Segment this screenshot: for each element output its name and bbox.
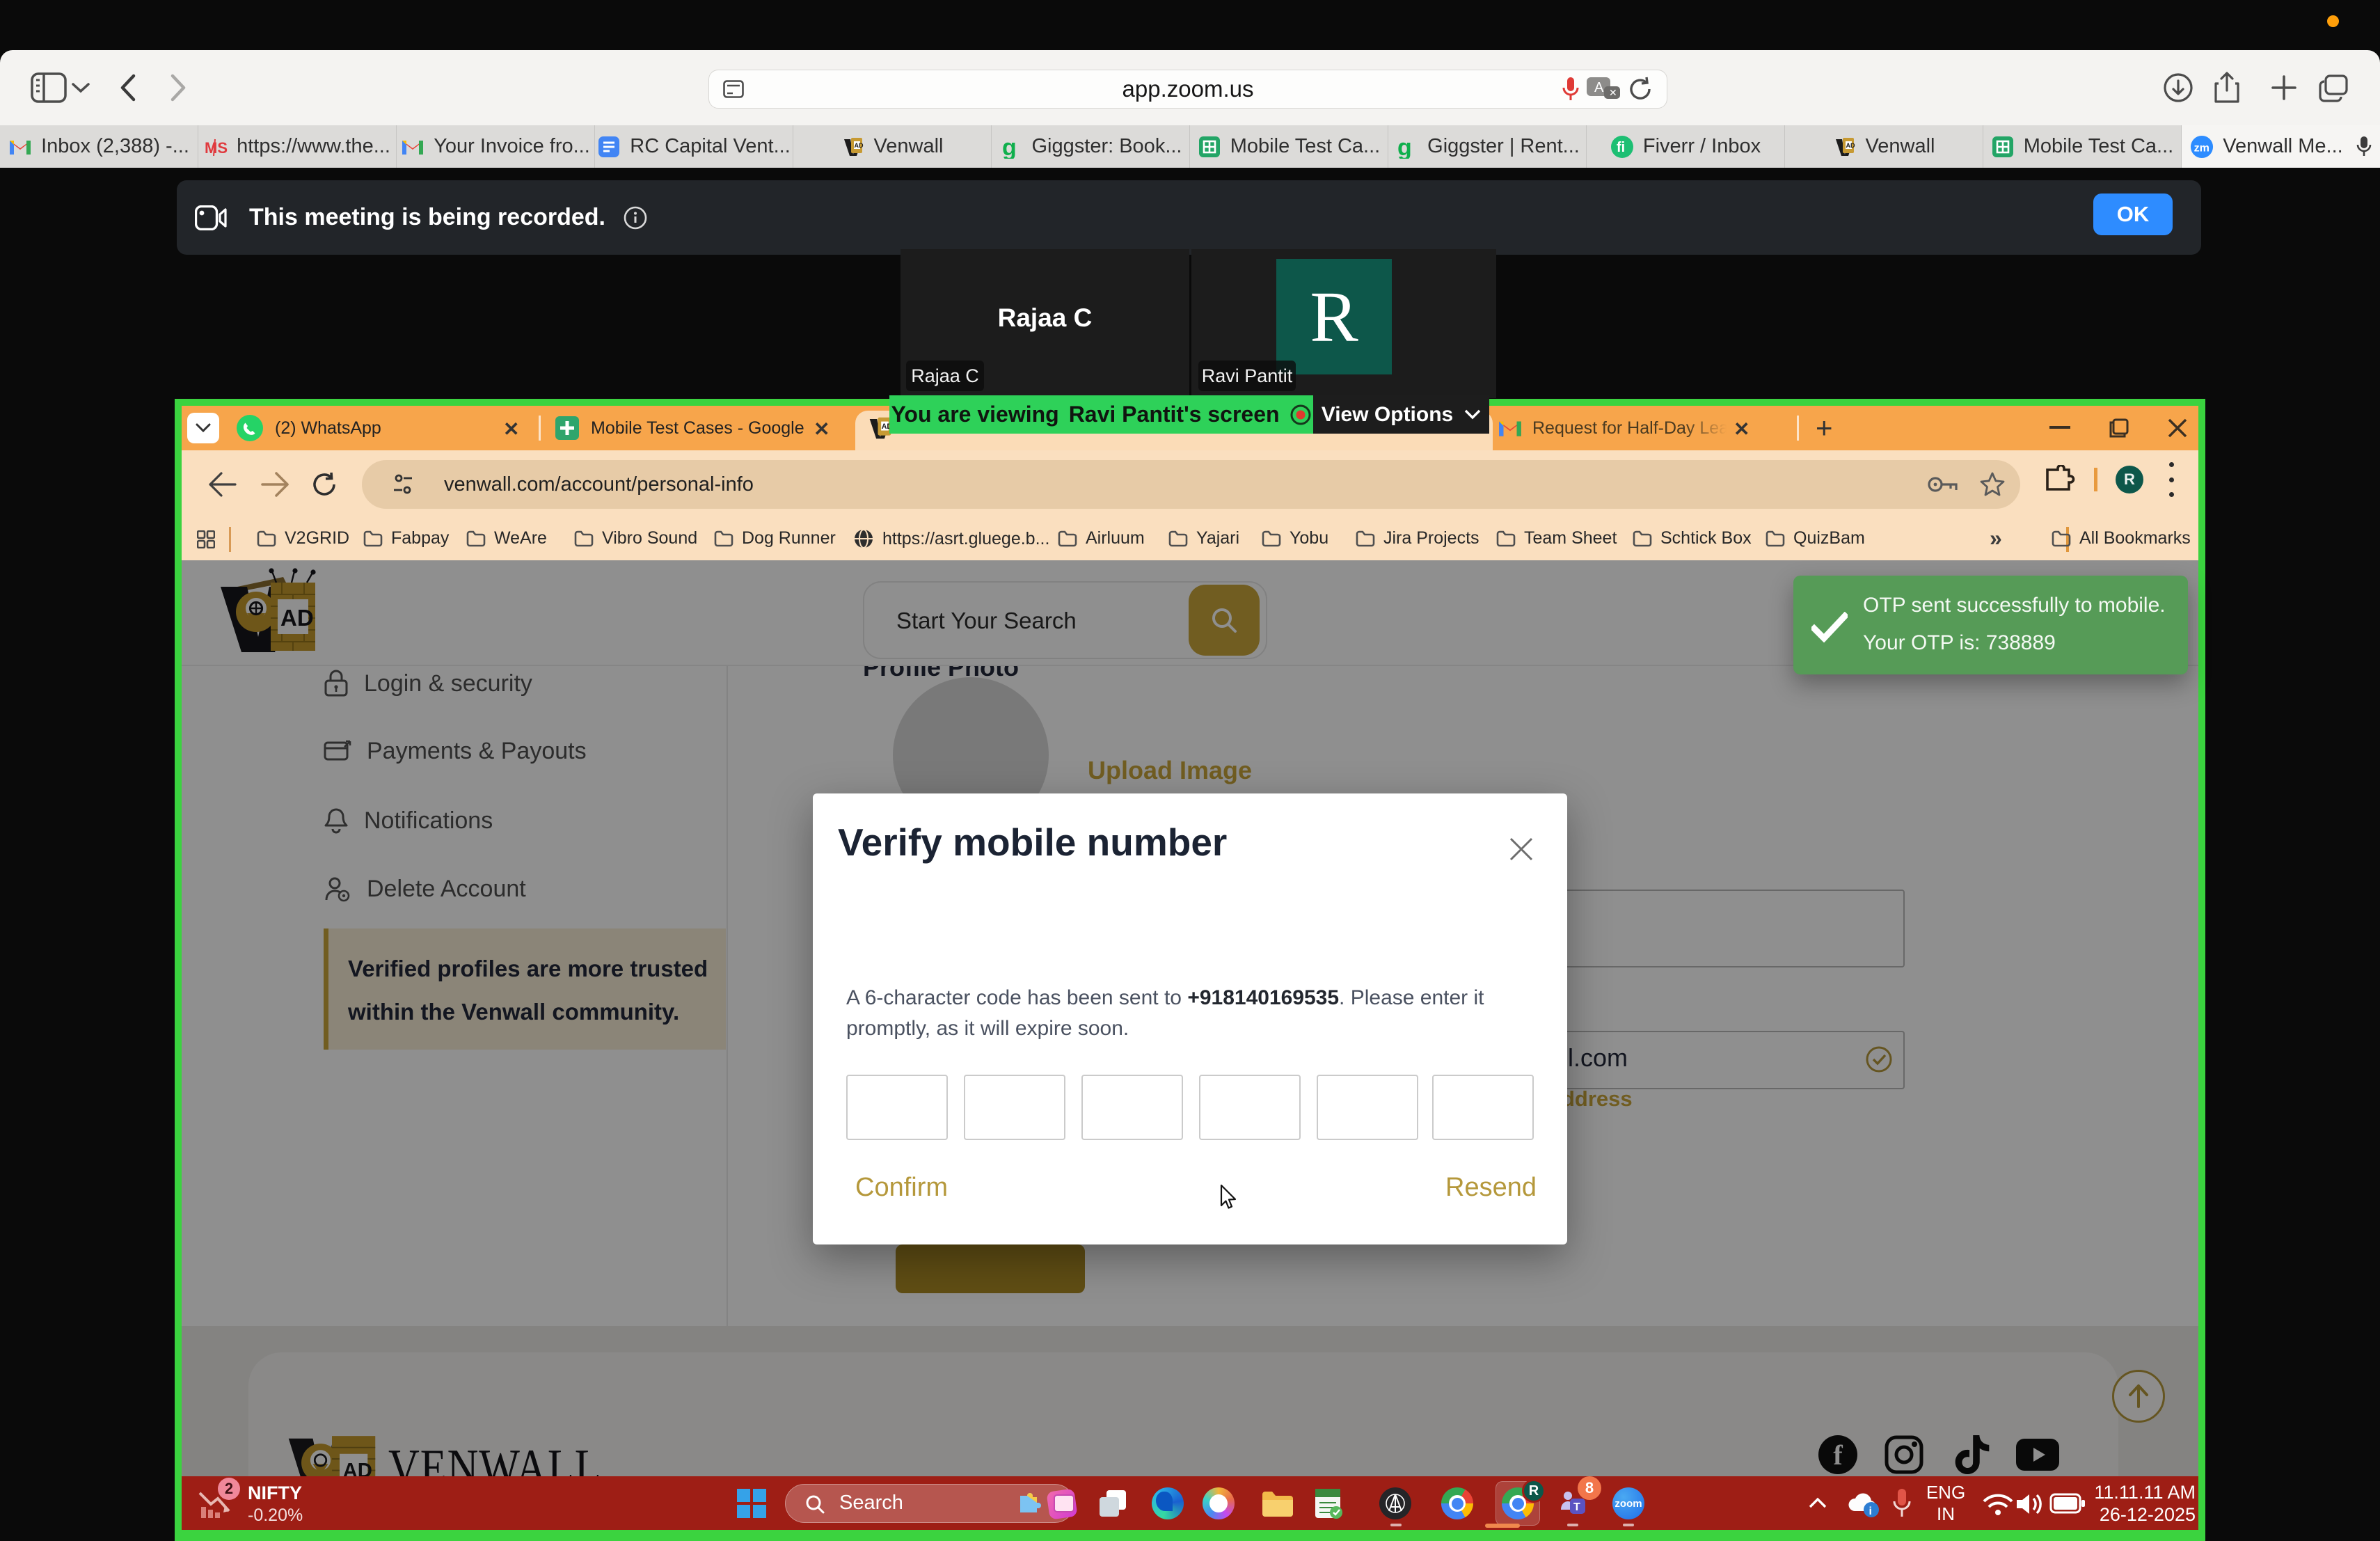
svg-text:✕: ✕: [1609, 87, 1617, 98]
svg-text:A: A: [1594, 80, 1604, 95]
svg-text:fi: fi: [1617, 140, 1625, 155]
svg-text:i: i: [1869, 1506, 1872, 1517]
svg-text:zm: zm: [2194, 141, 2210, 154]
svg-text:g: g: [1002, 135, 1017, 159]
svg-text:AD: AD: [1846, 142, 1855, 149]
svg-text:T: T: [1573, 1501, 1580, 1513]
svg-text:AD: AD: [854, 142, 863, 149]
svg-text:g: g: [1397, 135, 1412, 159]
svg-text:MS: MS: [205, 139, 228, 157]
